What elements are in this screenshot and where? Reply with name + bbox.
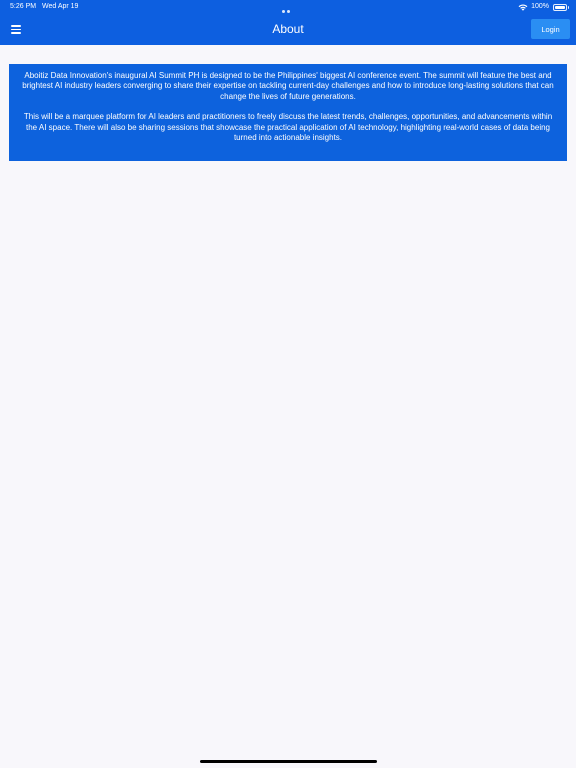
wifi-icon — [518, 4, 528, 11]
status-right-group: 100% — [518, 0, 569, 14]
menu-icon[interactable] — [11, 25, 21, 34]
app-screen: 5:26 PM Wed Apr 19 100% About Login Aboi… — [0, 0, 576, 768]
status-date: Wed Apr 19 — [42, 3, 79, 10]
battery-percent: 100% — [531, 3, 549, 10]
about-paragraph-2: This will be a marquee platform for AI l… — [23, 112, 553, 142]
nav-bar: About Login — [0, 14, 576, 45]
about-paragraph-1: Aboitiz Data Innovation's inaugural AI S… — [22, 71, 554, 101]
page-title: About — [272, 22, 304, 36]
status-bar: 5:26 PM Wed Apr 19 100% — [0, 0, 576, 27]
battery-icon — [553, 3, 569, 11]
multitasking-dots-icon[interactable] — [282, 5, 295, 27]
about-card: Aboitiz Data Innovation's inaugural AI S… — [9, 64, 567, 161]
login-button[interactable]: Login — [531, 19, 570, 39]
status-time: 5:26 PM — [10, 3, 37, 10]
home-indicator[interactable] — [200, 760, 377, 763]
